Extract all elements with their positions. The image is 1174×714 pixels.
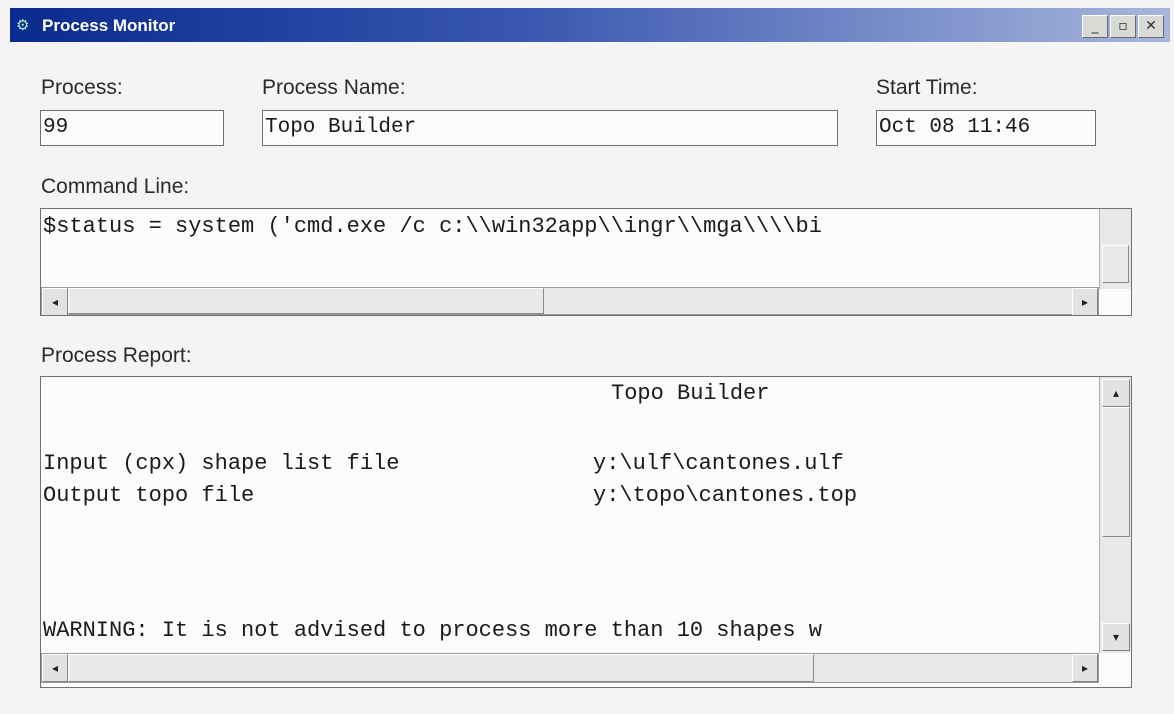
close-button[interactable]: ✕ [1138, 15, 1164, 38]
minimize-button[interactable]: _ [1082, 15, 1108, 38]
report-horizontal-scrollbar[interactable]: ◂ ▸ [41, 653, 1099, 683]
window-title: Process Monitor [42, 16, 176, 35]
scroll-left-button[interactable]: ◂ [42, 288, 68, 315]
start-time-field[interactable]: Oct 08 11:46 [876, 110, 1096, 146]
report-hscroll-thumb[interactable] [68, 654, 814, 682]
process-label: Process: [41, 76, 123, 99]
command-vertical-scrollbar[interactable] [1099, 209, 1131, 289]
process-name-field[interactable]: Topo Builder [262, 110, 838, 146]
command-vscroll-thumb[interactable] [1102, 245, 1129, 283]
process-monitor-icon: ⚙ [16, 16, 30, 34]
command-line-field[interactable]: $status = system ('cmd.exe /c c:\\win32a… [40, 208, 1132, 316]
report-heading: Topo Builder [611, 381, 770, 406]
scroll-left-button[interactable]: ◂ [42, 654, 68, 682]
report-warning-line: WARNING: It is not advised to process mo… [43, 618, 822, 643]
process-name-label: Process Name: [262, 76, 406, 99]
report-line-key: Input (cpx) shape list file [43, 451, 400, 476]
process-report-label: Process Report: [41, 344, 192, 367]
scroll-right-button[interactable]: ▸ [1072, 288, 1098, 315]
command-line-label: Command Line: [41, 175, 190, 198]
report-line-value: y:\ulf\cantones.ulf [593, 451, 844, 476]
report-line-key: Output topo file [43, 483, 255, 508]
process-monitor-window: ⚙ Process Monitor _ ▫ ✕ Process: Process… [10, 8, 1172, 708]
command-line-text: $status = system ('cmd.exe /c c:\\win32a… [43, 214, 822, 239]
start-time-label: Start Time: [876, 76, 978, 99]
scroll-up-button[interactable]: ▴ [1102, 379, 1130, 407]
report-vscroll-thumb[interactable] [1102, 407, 1130, 537]
report-line-value: y:\topo\cantones.top [593, 483, 858, 508]
process-report-area[interactable]: Topo Builder Input (cpx) shape list file… [40, 376, 1132, 688]
scroll-right-button[interactable]: ▸ [1072, 654, 1098, 682]
scroll-down-button[interactable]: ▾ [1102, 623, 1130, 651]
command-horizontal-scrollbar[interactable]: ◂ ▸ [41, 287, 1099, 315]
process-id-field[interactable]: 99 [40, 110, 224, 146]
command-hscroll-thumb[interactable] [68, 288, 544, 314]
title-bar[interactable]: ⚙ Process Monitor _ ▫ ✕ [10, 8, 1170, 42]
report-vertical-scrollbar[interactable]: ▴ ▾ [1099, 377, 1131, 653]
maximize-button[interactable]: ▫ [1110, 15, 1136, 38]
